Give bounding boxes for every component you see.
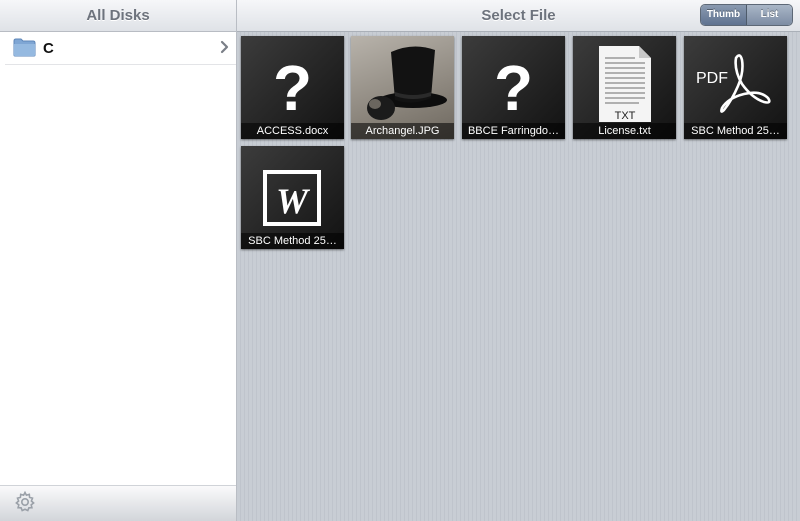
photo-thumbnail xyxy=(367,46,447,120)
txt-file-icon: TXT xyxy=(599,46,651,122)
file-name: License.txt xyxy=(573,123,676,139)
file-tile[interactable]: ? BBCE Farringdo… xyxy=(462,36,565,139)
unknown-file-icon: ? xyxy=(494,52,533,124)
file-tile[interactable]: W SBC Method 25… xyxy=(241,146,344,249)
disk-row-c[interactable]: C xyxy=(5,33,236,65)
svg-text:PDF: PDF xyxy=(696,70,728,87)
file-name: BBCE Farringdo… xyxy=(462,123,565,139)
svg-text:W: W xyxy=(276,181,311,221)
file-name: SBC Method 25… xyxy=(684,123,787,139)
sidebar-header: All Disks xyxy=(0,0,236,32)
pdf-file-icon: PDF xyxy=(696,54,771,113)
svg-text:?: ? xyxy=(494,52,533,124)
sidebar-footer xyxy=(0,485,236,521)
gear-icon[interactable] xyxy=(13,490,37,514)
svg-text:?: ? xyxy=(273,52,312,124)
list-view-button[interactable]: List xyxy=(747,5,792,25)
thumb-view-button[interactable]: Thumb xyxy=(701,5,747,25)
folder-icon xyxy=(13,38,36,57)
file-name: Archangel.JPG xyxy=(351,123,454,139)
file-name: ACCESS.docx xyxy=(241,123,344,139)
word-file-icon: W xyxy=(263,170,321,226)
disks-sidebar: All Disks C xyxy=(0,0,237,521)
file-tile[interactable]: ? ACCESS.docx xyxy=(241,36,344,139)
chevron-right-icon xyxy=(220,40,229,54)
disk-label: C xyxy=(43,40,54,57)
file-name: SBC Method 25… xyxy=(241,233,344,249)
view-mode-toggle: Thumb List xyxy=(700,4,793,26)
file-tile[interactable]: Archangel.JPG xyxy=(351,36,454,139)
main-header: Select File Thumb List xyxy=(237,0,800,32)
sidebar-title: All Disks xyxy=(86,7,150,24)
file-tile[interactable]: TXT License.txt xyxy=(573,36,676,139)
file-browser-pane: Select File Thumb List ? ACCESS.docx Arc… xyxy=(237,0,800,521)
svg-text:TXT: TXT xyxy=(615,110,636,122)
file-picker-window: All Disks C Select File Thumb List ? ACC… xyxy=(0,0,800,521)
file-tile[interactable]: PDF SBC Method 25… xyxy=(684,36,787,139)
unknown-file-icon: ? xyxy=(273,52,312,124)
